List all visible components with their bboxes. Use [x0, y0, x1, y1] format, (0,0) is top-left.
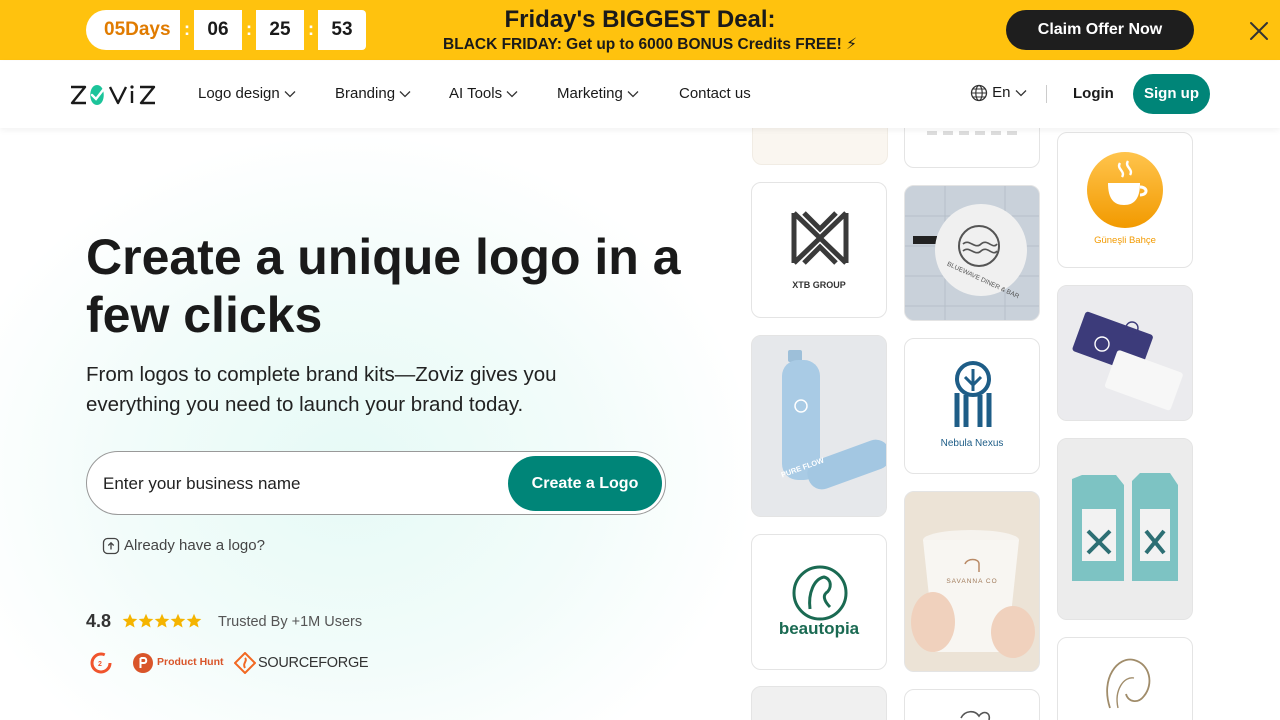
business-name-input[interactable] — [103, 466, 503, 502]
claim-offer-button[interactable]: Claim Offer Now — [1006, 10, 1194, 50]
xtb-label: XTB GROUP — [792, 280, 846, 290]
nav-item-label: AI Tools — [449, 85, 503, 102]
star-rating — [122, 613, 202, 628]
savanna-label: SAVANNA CO — [946, 578, 998, 585]
g2-icon[interactable]: 2 — [90, 652, 112, 674]
chevron-down-icon — [627, 91, 639, 98]
countdown-separator: : — [242, 10, 256, 50]
nav-item-label: Logo design — [198, 85, 280, 102]
already-have-logo-link[interactable]: Already have a logo? — [102, 537, 265, 555]
nav-contact-us[interactable]: Contact us — [679, 85, 751, 102]
nav-ai-tools[interactable]: AI Tools — [449, 85, 518, 102]
login-link[interactable]: Login — [1073, 85, 1114, 102]
sourceforge-icon[interactable] — [234, 652, 256, 674]
chevron-down-icon — [399, 91, 411, 98]
main-nav: Logo design Branding AI Tools Marketing … — [0, 61, 1280, 128]
product-hunt-label: Product Hunt — [157, 656, 224, 668]
upload-icon — [102, 537, 120, 555]
star-icon — [138, 613, 154, 628]
nav-branding[interactable]: Branding — [335, 85, 411, 102]
gallery-card-bluewave[interactable]: BLUEWAVE DINER & BAR — [904, 185, 1040, 321]
create-logo-button[interactable]: Create a Logo — [508, 456, 662, 511]
countdown-seconds: 53 — [318, 10, 366, 50]
gunesli-bahce-label: Güneşli Bahçe — [1094, 235, 1156, 246]
hero-background — [0, 130, 760, 720]
nav-divider — [1046, 85, 1047, 103]
gallery-card-gunesli[interactable]: Güneşli Bahçe — [1057, 132, 1193, 268]
sourceforge-label: SOURCEFORGE — [258, 655, 369, 671]
coffee-bags-mockup — [1058, 439, 1192, 619]
zoviz-logo[interactable] — [70, 83, 168, 107]
countdown-separator: : — [304, 10, 318, 50]
svg-text:2: 2 — [98, 661, 102, 668]
nav-marketing[interactable]: Marketing — [557, 85, 639, 102]
chevron-down-icon — [284, 91, 296, 98]
gallery-card-cup[interactable]: SAVANNA CO — [904, 491, 1040, 672]
promo-title: Friday's BIGGEST Deal: — [504, 6, 776, 33]
star-icon — [186, 613, 202, 628]
chevron-down-icon — [1015, 90, 1027, 97]
language-label: En — [992, 84, 1011, 101]
star-icon — [122, 613, 138, 628]
language-selector[interactable]: En — [970, 84, 1027, 102]
gallery-card-business-cards[interactable] — [1057, 285, 1193, 421]
promo-subtitle: BLACK FRIDAY: Get up to 6000 BONUS Credi… — [443, 36, 857, 53]
business-name-form: Create a Logo — [86, 451, 666, 515]
already-have-logo-label: Already have a logo? — [124, 537, 265, 554]
star-icon — [170, 613, 186, 628]
countdown-hours: 06 — [194, 10, 242, 50]
close-icon[interactable] — [1248, 20, 1270, 42]
logo-fragment — [960, 710, 991, 720]
nav-item-label: Contact us — [679, 85, 751, 102]
beautopia-logo-icon — [792, 565, 848, 621]
star-icon — [154, 613, 170, 628]
gallery-card[interactable] — [1057, 637, 1193, 720]
nebula-nexus-label: Nebula Nexus — [940, 438, 1004, 449]
nav-item-label: Marketing — [557, 85, 623, 102]
chevron-down-icon — [506, 91, 518, 98]
countdown-minutes: 25 — [256, 10, 304, 50]
rating-value: 4.8 — [86, 611, 112, 631]
xtb-logo-icon — [791, 211, 849, 265]
trusted-by-text: Trusted By +1M Users — [218, 614, 363, 630]
promo-banner: 05Days : 06 : 25 : 53 Friday's BIGGEST D… — [0, 0, 1280, 60]
line-art-logo-icon — [1106, 658, 1151, 709]
beautopia-label: beautopia — [778, 619, 860, 638]
gallery-card-coffee-bags[interactable] — [1057, 438, 1193, 620]
product-hunt-icon[interactable] — [132, 652, 154, 674]
nebula-nexus-logo-icon — [954, 361, 992, 427]
countdown-separator: : — [180, 10, 194, 50]
gallery-card-xtb[interactable]: XTB GROUP — [751, 182, 887, 318]
bottles-mockup — [752, 336, 886, 516]
nav-item-label: Branding — [335, 85, 396, 102]
business-cards-mockup — [1058, 286, 1192, 420]
globe-icon — [970, 84, 988, 102]
gunesli-bahce-logo-icon — [1087, 152, 1163, 228]
gallery-card-bottles[interactable]: PURE FLOW — [751, 335, 887, 517]
signup-button[interactable]: Sign up — [1133, 74, 1210, 114]
gallery-card[interactable] — [904, 689, 1040, 720]
gallery-card[interactable] — [751, 686, 887, 720]
gallery-card-nebula[interactable]: Nebula Nexus — [904, 338, 1040, 474]
countdown-timer: 05Days : 06 : 25 : 53 — [86, 10, 366, 50]
hero-title: Create a unique logo in a few clicks — [86, 229, 681, 343]
gallery-card-beautopia[interactable]: beautopia — [751, 534, 887, 670]
hero-subtitle: From logos to complete brand kits—Zoviz … — [86, 363, 557, 416]
nav-logo-design[interactable]: Logo design — [198, 85, 296, 102]
countdown-days: 05Days — [104, 19, 171, 40]
